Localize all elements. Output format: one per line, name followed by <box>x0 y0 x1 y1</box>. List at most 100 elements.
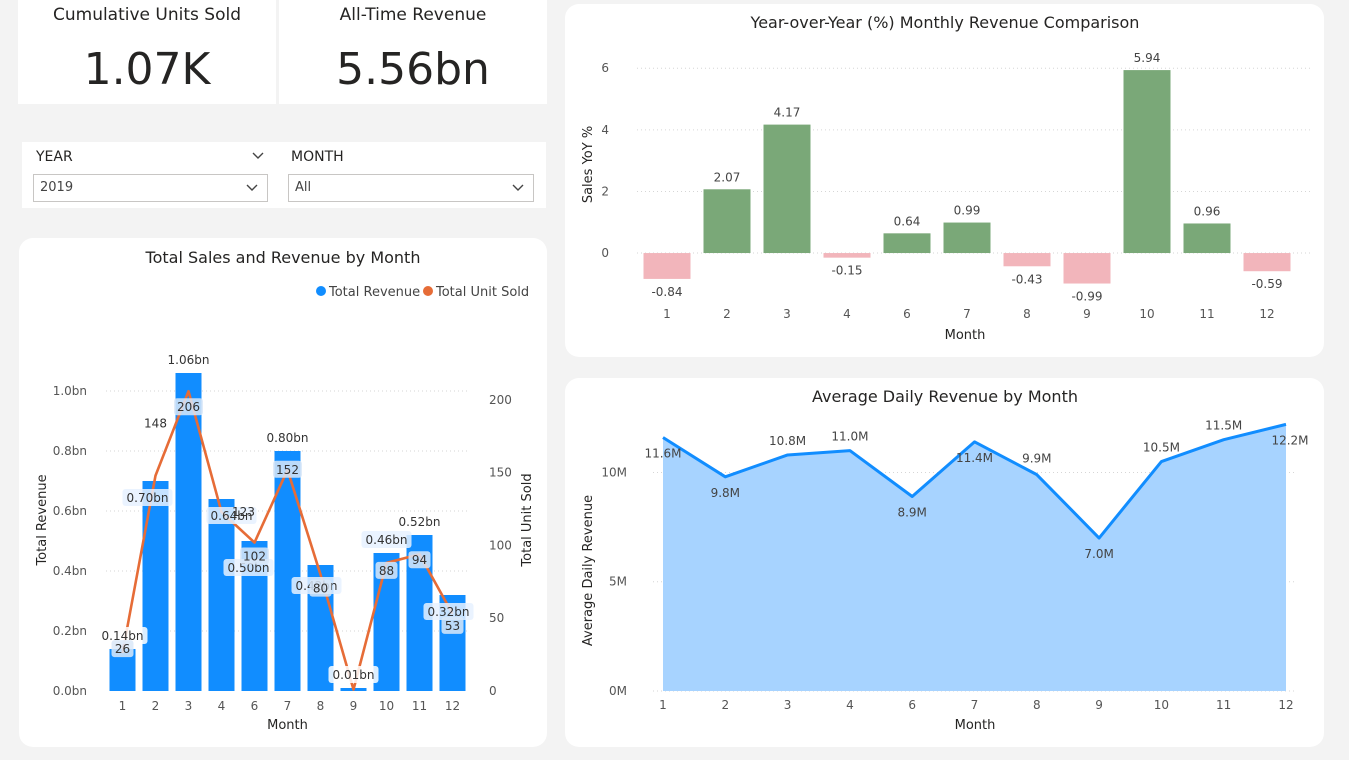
yoy-bar <box>643 253 691 279</box>
x-tick-label: 11 <box>412 699 427 713</box>
sales-revenue-chart: Total Sales and Revenue by Month Total Re… <box>35 248 535 733</box>
x-tick-label: 4 <box>218 699 226 713</box>
x-tick-label: 8 <box>1033 698 1041 712</box>
yoy-data-label: 2.07 <box>714 170 741 184</box>
chart-title: Average Daily Revenue by Month <box>812 387 1078 406</box>
x-tick-label: 7 <box>284 699 292 713</box>
y-axis-title: Sales YoY % <box>581 126 596 203</box>
y-tick-label: 10M <box>601 465 627 479</box>
y2-axis-title: Total Unit Sold <box>520 473 535 567</box>
area-data-label: 9.8M <box>711 486 740 500</box>
year-dropdown[interactable]: 2019 <box>33 174 268 202</box>
x-tick-label: 1 <box>659 698 667 712</box>
yoy-bar <box>1003 253 1051 267</box>
legend-label-units: Total Unit Sold <box>435 285 529 300</box>
y-tick-label: 4 <box>601 123 609 137</box>
chart-title: Year-over-Year (%) Monthly Revenue Compa… <box>750 13 1140 32</box>
x-tick-label: 4 <box>843 307 851 321</box>
chart-title: Total Sales and Revenue by Month <box>145 248 421 267</box>
yoy-data-label: 0.99 <box>954 204 981 218</box>
revenue-data-label: 0.80bn <box>267 431 309 445</box>
units-data-label: 206 <box>177 400 200 414</box>
revenue-bar <box>142 481 169 691</box>
x-tick-label: 2 <box>723 307 731 321</box>
revenue-data-label: 0.01bn <box>333 668 375 682</box>
yoy-data-label: 5.94 <box>1134 51 1161 65</box>
x-tick-label: 12 <box>445 699 460 713</box>
y2-tick-label: 200 <box>489 393 512 407</box>
yoy-card: Year-over-Year (%) Monthly Revenue Compa… <box>565 4 1324 357</box>
area-data-label: 12.2M <box>1271 433 1308 447</box>
slicer-panel: YEAR 2019 MONTH All <box>22 142 546 208</box>
y-tick-label: 0.4bn <box>53 564 87 578</box>
yoy-bar <box>1183 223 1231 254</box>
y-tick-label: 1.0bn <box>53 384 87 398</box>
x-tick-label: 3 <box>783 307 791 321</box>
yoy-data-label: -0.43 <box>1011 272 1042 286</box>
area-data-label: 11.4M <box>956 451 993 465</box>
x-tick-label: 8 <box>1023 307 1031 321</box>
yoy-bar <box>823 253 871 258</box>
x-tick-label: 8 <box>317 699 325 713</box>
x-tick-label: 12 <box>1259 307 1274 321</box>
x-tick-label: 9 <box>1095 698 1103 712</box>
kpi-revenue-value: 5.56bn <box>336 44 490 95</box>
units-data-label: 80 <box>313 582 328 596</box>
x-tick-label: 11 <box>1199 307 1214 321</box>
yoy-data-label: -0.84 <box>651 285 682 299</box>
x-tick-label: 9 <box>350 699 358 713</box>
y-tick-label: 6 <box>601 61 609 75</box>
legend-label-revenue: Total Revenue <box>328 285 420 300</box>
yoy-bar <box>1123 70 1171 254</box>
yoy-bar <box>883 233 931 254</box>
x-tick-label: 3 <box>784 698 792 712</box>
area-data-label: 11.6M <box>644 446 681 460</box>
kpi-units-value: 1.07K <box>83 44 211 95</box>
y-axis-title: Average Daily Revenue <box>581 495 596 646</box>
yoy-data-label: -0.99 <box>1071 290 1102 304</box>
yoy-bar <box>763 124 811 254</box>
x-tick-label: 9 <box>1083 307 1091 321</box>
x-axis-title: Month <box>945 328 986 343</box>
yoy-data-label: 4.17 <box>774 106 801 120</box>
x-tick-label: 1 <box>663 307 671 321</box>
month-dropdown[interactable]: All <box>288 174 534 202</box>
legend-marker-revenue <box>316 286 326 296</box>
x-tick-label: 12 <box>1278 698 1293 712</box>
y2-tick-label: 50 <box>489 611 504 625</box>
year-dropdown-value: 2019 <box>40 180 74 195</box>
y-tick-label: 0.6bn <box>53 504 87 518</box>
chevron-down-icon <box>512 184 524 191</box>
x-tick-label: 1 <box>119 699 127 713</box>
revenue-data-label: 0.70bn <box>127 491 169 505</box>
chevron-down-icon[interactable] <box>251 149 265 163</box>
units-data-label: 102 <box>243 550 266 564</box>
kpi-units-title: Cumulative Units Sold <box>52 5 241 25</box>
x-tick-label: 2 <box>721 698 729 712</box>
revenue-data-label: 0.46bn <box>366 533 408 547</box>
x-axis-title: Month <box>267 718 308 733</box>
kpi-card-units: Cumulative Units Sold 1.07K <box>18 0 276 104</box>
revenue-data-label: 1.06bn <box>168 353 210 367</box>
area-data-label: 10.5M <box>1143 441 1180 455</box>
yoy-data-label: -0.59 <box>1251 277 1282 291</box>
y-tick-label: 0.8bn <box>53 444 87 458</box>
y2-tick-label: 100 <box>489 538 512 552</box>
x-tick-label: 6 <box>903 307 911 321</box>
x-tick-label: 4 <box>846 698 854 712</box>
y-tick-label: 2 <box>601 184 609 198</box>
yoy-bar <box>943 222 991 254</box>
area-data-label: 8.9M <box>897 505 926 519</box>
yoy-data-label: -0.15 <box>831 264 862 278</box>
sales-revenue-card: Total Sales and Revenue by Month Total Re… <box>19 238 547 747</box>
area-data-label: 11.5M <box>1205 419 1242 433</box>
x-tick-label: 10 <box>1139 307 1154 321</box>
x-tick-label: 6 <box>251 699 259 713</box>
yoy-bar <box>1063 253 1111 284</box>
yoy-bar <box>703 189 751 254</box>
y-tick-label: 0.2bn <box>53 624 87 638</box>
yoy-chart: Year-over-Year (%) Monthly Revenue Compa… <box>581 13 1313 343</box>
units-data-label: 26 <box>115 642 130 656</box>
avg-daily-card: Average Daily Revenue by Month 0M 5M 10M Ave… <box>565 378 1324 747</box>
kpi-revenue-title: All-Time Revenue <box>339 5 487 25</box>
